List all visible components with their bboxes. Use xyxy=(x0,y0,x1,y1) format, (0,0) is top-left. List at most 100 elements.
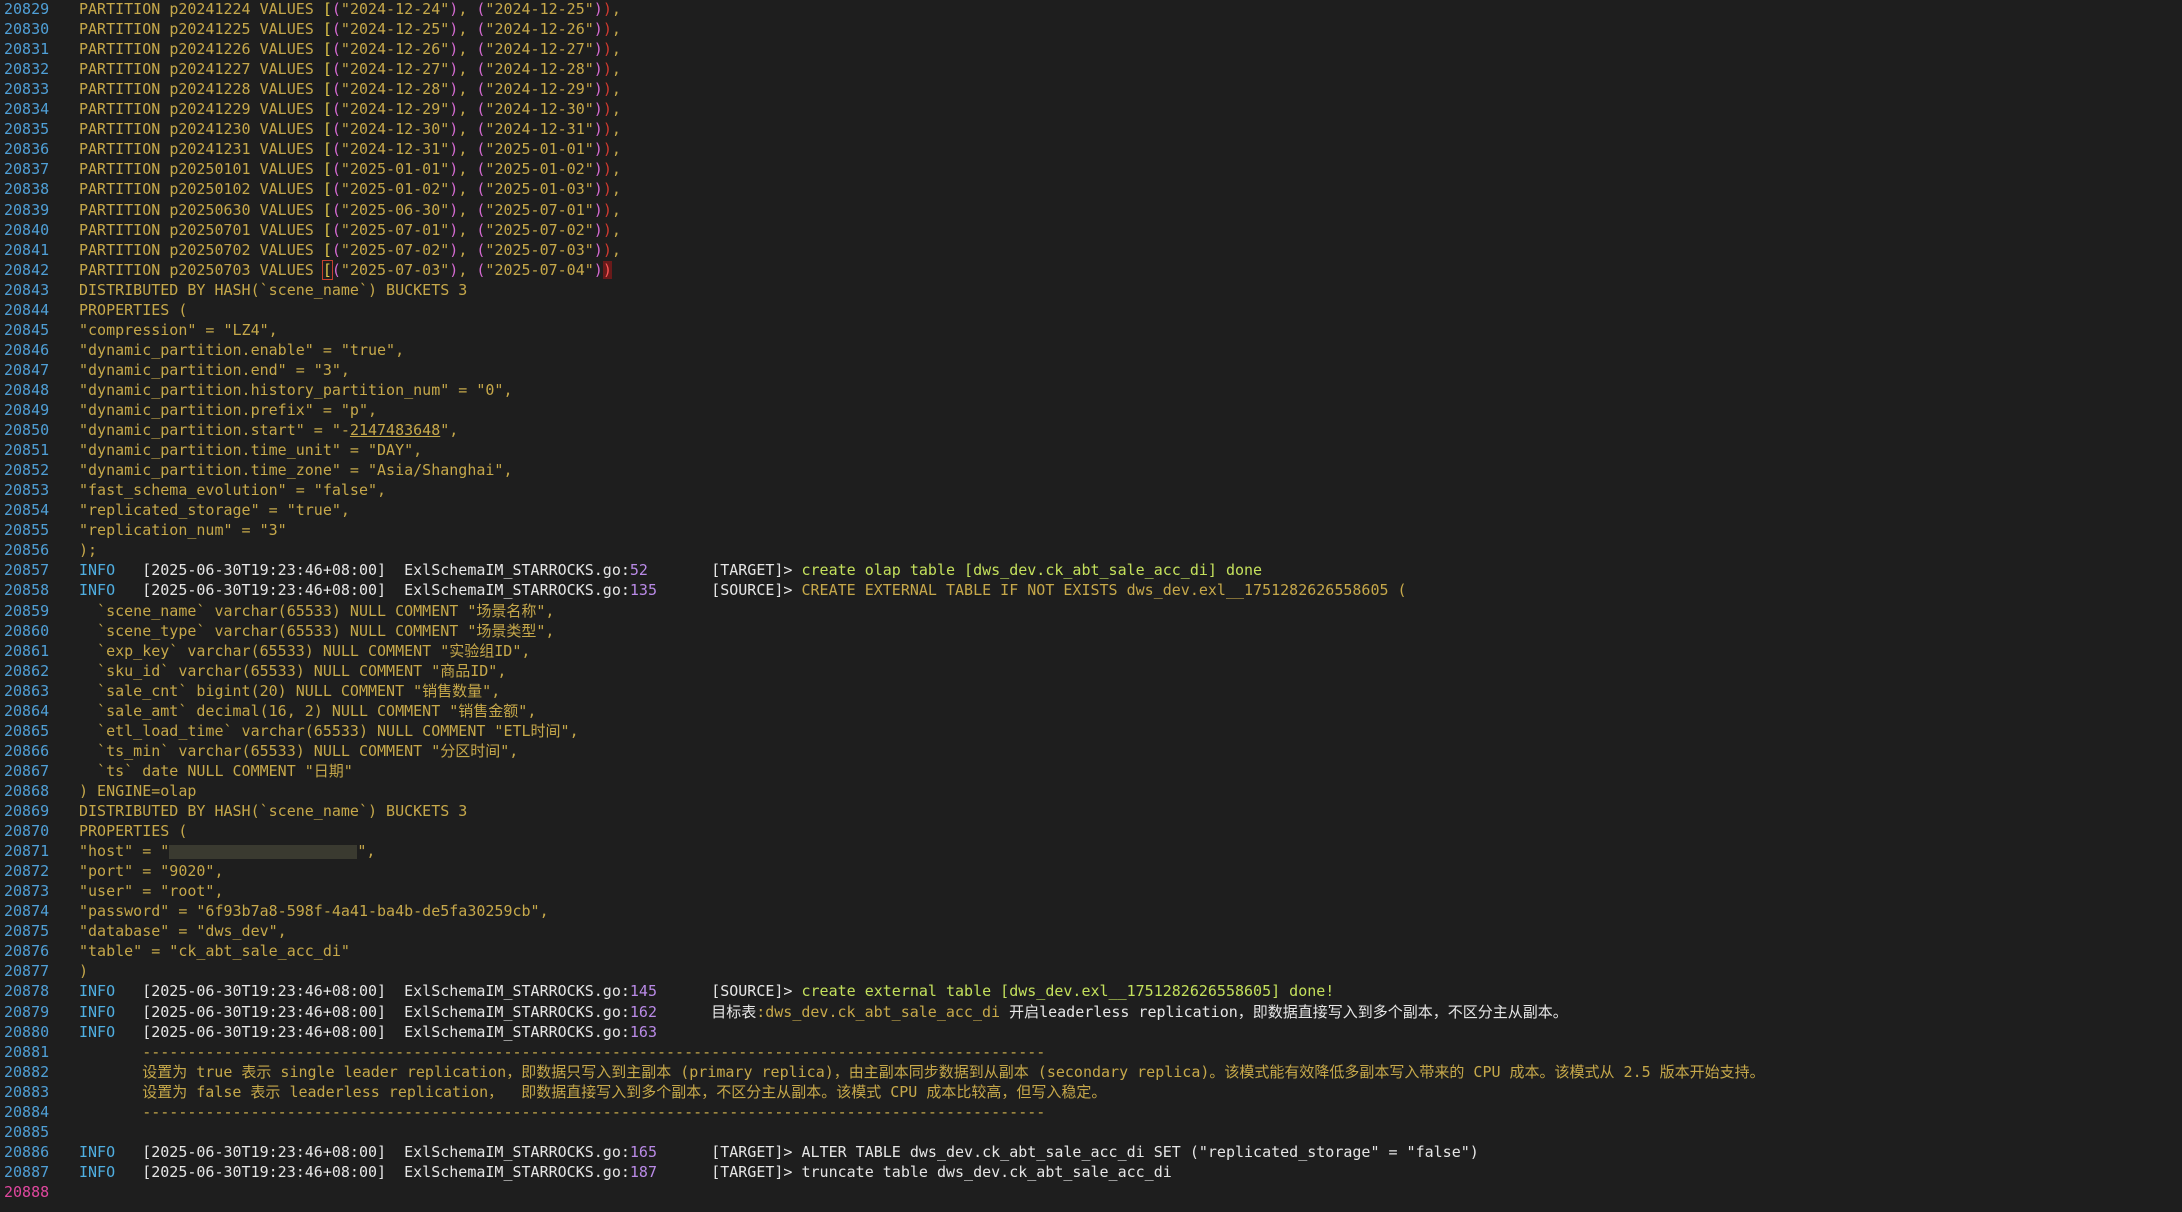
code-line[interactable]: 20869 DISTRIBUTED BY HASH(`scene_name`) B… xyxy=(0,801,2182,821)
keyword: PARTITION xyxy=(79,260,170,279)
code-line[interactable]: 20835 PARTITION p20241230 VALUES [("2024-… xyxy=(0,119,2182,139)
quote: " xyxy=(584,60,594,79)
line-number: 20863 xyxy=(4,681,50,700)
code-line[interactable]: 20880 INFO [2025-06-30T19:23:46+08:00] Ex… xyxy=(0,1022,2182,1042)
code-line[interactable]: 20879 INFO [2025-06-30T19:23:46+08:00] Ex… xyxy=(0,1002,2182,1022)
code-line[interactable]: 20853 "fast_schema_evolution" = "false", xyxy=(0,480,2182,500)
code-line[interactable]: 20832 PARTITION p20241227 VALUES [("2024-… xyxy=(0,59,2182,79)
punct: , xyxy=(611,0,621,18)
code-line[interactable]: 20858 INFO [2025-06-30T19:23:46+08:00] Ex… xyxy=(0,580,2182,600)
code-line[interactable]: 20887 INFO [2025-06-30T19:23:46+08:00] Ex… xyxy=(0,1162,2182,1182)
bracket: ( xyxy=(331,20,341,39)
code-line[interactable]: 20837 PARTITION p20250101 VALUES [("2025-… xyxy=(0,159,2182,179)
code-line[interactable]: 20843 DISTRIBUTED BY HASH(`scene_name`) B… xyxy=(0,280,2182,300)
code-text: "table" = "ck_abt_sale_acc_di" xyxy=(79,942,350,961)
code-line[interactable]: 20862 `sku_id` varchar(65533) NULL COMME… xyxy=(0,661,2182,681)
code-line[interactable]: 20881 ----------------------------------… xyxy=(0,1042,2182,1062)
bracket: ) xyxy=(449,220,459,239)
code-line[interactable]: 20850 "dynamic_partition.start" = "-21474… xyxy=(0,420,2182,440)
log-viewer[interactable]: 20829 PARTITION p20241224 VALUES [("2024-… xyxy=(0,0,2182,1212)
code-line[interactable]: 20848 "dynamic_partition.history_partitio… xyxy=(0,380,2182,400)
code-line[interactable]: 20882 设置为 true 表示 single leader replicat… xyxy=(0,1062,2182,1082)
code-line[interactable]: 20866 `ts_min` varchar(65533) NULL COMME… xyxy=(0,741,2182,761)
line-content: "dynamic_partition.time_unit" = "DAY", xyxy=(79,440,422,460)
bracket: ) xyxy=(602,240,612,259)
code-line[interactable]: 20859 `scene_name` varchar(65533) NULL C… xyxy=(0,601,2182,621)
code-line[interactable]: 20874 "password" = "6f93b7a8-598f-4a41-ba… xyxy=(0,901,2182,921)
code-line[interactable]: 20830 PARTITION p20241225 VALUES [("2024-… xyxy=(0,19,2182,39)
quote: " xyxy=(584,120,594,139)
line-number: 20867 xyxy=(4,761,50,780)
code-line[interactable]: 20875 "database" = "dws_dev", xyxy=(0,921,2182,941)
quote: " xyxy=(584,240,594,259)
code-line[interactable]: 20851 "dynamic_partition.time_unit" = "DA… xyxy=(0,440,2182,460)
code-line[interactable]: 20856); xyxy=(0,540,2182,560)
quote: " xyxy=(340,220,350,239)
code-line[interactable]: 20865 `etl_load_time` varchar(65533) NUL… xyxy=(0,721,2182,741)
code-line[interactable]: 20861 `exp_key` varchar(65533) NULL COMM… xyxy=(0,641,2182,661)
code-line[interactable]: 20863 `sale_cnt` bigint(20) NULL COMMENT… xyxy=(0,681,2182,701)
quote: " xyxy=(340,60,350,79)
line-number: 20849 xyxy=(4,401,50,419)
code-line[interactable]: 20846 "dynamic_partition.enable" = "true"… xyxy=(0,340,2182,360)
date-value: 2024-12-25 xyxy=(494,0,585,18)
code-line[interactable]: 20849 "dynamic_partition.prefix" = "p", xyxy=(0,400,2182,420)
code-line[interactable]: 20841 PARTITION p20250702 VALUES [("2025-… xyxy=(0,240,2182,260)
line-number: 20845 xyxy=(4,320,50,339)
code-line[interactable]: 20844 PROPERTIES ( xyxy=(0,300,2182,320)
code-line[interactable]: 20852 "dynamic_partition.time_zone" = "As… xyxy=(0,460,2182,480)
code-line[interactable]: 20864 `sale_amt` decimal(16, 2) NULL COM… xyxy=(0,701,2182,721)
line-number: 20872 xyxy=(4,862,50,881)
redacted-host xyxy=(169,844,358,859)
keyword: VALUES xyxy=(250,260,323,279)
code-line[interactable]: 20870 PROPERTIES ( xyxy=(0,821,2182,841)
code-line[interactable]: 20836 PARTITION p20241231 VALUES [("2024-… xyxy=(0,139,2182,159)
code-line[interactable]: 20839 PARTITION p20250630 VALUES [("2025-… xyxy=(0,200,2182,220)
code-line[interactable]: 20834 PARTITION p20241229 VALUES [("2024-… xyxy=(0,99,2182,119)
code-line[interactable]: 20867 `ts` date NULL COMMENT "日期" xyxy=(0,761,2182,781)
log-level: INFO xyxy=(79,982,116,1001)
code-line[interactable]: 20876 "table" = "ck_abt_sale_acc_di" xyxy=(0,941,2182,961)
bracket: ) xyxy=(593,240,603,259)
code-line[interactable]: 20871 "host" = " ", xyxy=(0,841,2182,861)
line-content: PROPERTIES ( xyxy=(79,300,187,320)
code-line[interactable]: 20868) ENGINE=olap xyxy=(0,781,2182,801)
code-line[interactable]: 20872 "port" = "9020", xyxy=(0,861,2182,881)
bracket: [ xyxy=(322,40,332,59)
bracket: ) xyxy=(602,140,612,159)
code-line[interactable]: 20833 PARTITION p20241228 VALUES [("2024-… xyxy=(0,79,2182,99)
bracket: ) xyxy=(593,160,603,179)
code-line[interactable]: 20860 `scene_type` varchar(65533) NULL C… xyxy=(0,621,2182,641)
code-line[interactable]: 20838 PARTITION p20250102 VALUES [("2025-… xyxy=(0,179,2182,199)
code-text: `scene_name` varchar(65533) NULL COMMENT… xyxy=(79,601,555,620)
code-line[interactable]: 20847 "dynamic_partition.end" = "3", xyxy=(0,360,2182,380)
code-line[interactable]: 20886 INFO [2025-06-30T19:23:46+08:00] Ex… xyxy=(0,1142,2182,1162)
code-line[interactable]: 20878 INFO [2025-06-30T19:23:46+08:00] Ex… xyxy=(0,981,2182,1001)
bracket: ( xyxy=(331,100,341,119)
code-line[interactable]: 20840 PARTITION p20250701 VALUES [("2025-… xyxy=(0,220,2182,240)
code-line[interactable]: 20883 设置为 false 表示 leaderless replicatio… xyxy=(0,1082,2182,1102)
code-line[interactable]: 20873 "user" = "root", xyxy=(0,881,2182,901)
code-line[interactable]: 20845 "compression" = "LZ4", xyxy=(0,320,2182,340)
code-text: "dynamic_partition.enable" = "true", xyxy=(79,340,405,359)
code-line[interactable]: 20855 "replication_num" = "3" xyxy=(0,520,2182,540)
code-line[interactable]: 20888 xyxy=(0,1182,2182,1202)
code-line[interactable]: 20885 xyxy=(0,1122,2182,1142)
code-line[interactable]: 20884 ----------------------------------… xyxy=(0,1102,2182,1122)
bracket: ) xyxy=(449,40,459,59)
code-line[interactable]: 20831 PARTITION p20241226 VALUES [("2024-… xyxy=(0,39,2182,59)
code-line[interactable]: 20877) xyxy=(0,961,2182,981)
code-text: "database" = "dws_dev", xyxy=(79,922,287,941)
code-line[interactable]: 20842 PARTITION p20250703 VALUES [("2025-… xyxy=(0,259,2182,280)
code-line[interactable]: 20854 "replicated_storage" = "true", xyxy=(0,500,2182,520)
code-line[interactable]: 20829 PARTITION p20241224 VALUES [("2024-… xyxy=(0,0,2182,19)
date-value: 2024-12-29 xyxy=(494,80,585,99)
punct: , xyxy=(458,60,477,79)
code-line[interactable]: 20857 INFO [2025-06-30T19:23:46+08:00] Ex… xyxy=(0,560,2182,580)
log-timestamp: [2025-06-30T19:23:46+08:00] xyxy=(142,1002,387,1021)
quote: " xyxy=(440,20,450,39)
